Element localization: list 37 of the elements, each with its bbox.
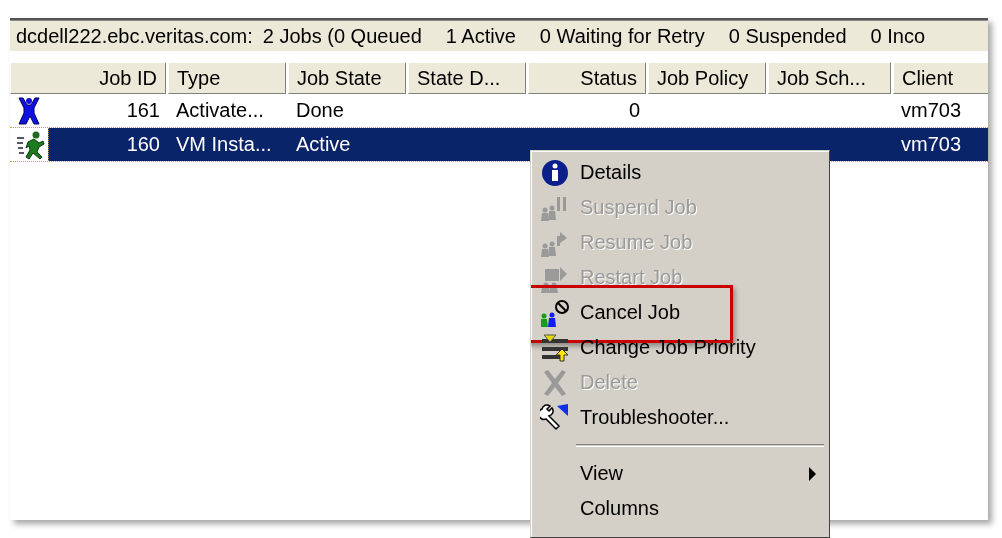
figure-icon (16, 96, 42, 126)
status-count: 0 Inco (870, 24, 926, 48)
column-header[interactable]: Job Policy (648, 62, 766, 94)
status-count: 0 Waiting for Retry (539, 24, 705, 48)
menu-item[interactable]: Columns (580, 497, 816, 520)
column-header[interactable]: Status (528, 62, 646, 94)
status-count: 1 Active (445, 24, 516, 48)
info-icon (540, 157, 570, 188)
table-cell: 160 (126, 133, 160, 156)
running-figure-icon (16, 130, 46, 160)
table-cell: 161 (126, 99, 160, 122)
column-header[interactable]: Job ID (10, 62, 166, 94)
table-cell: VM Insta... (176, 133, 272, 156)
table-cell: vm703 (901, 133, 962, 156)
table-row[interactable]: 161 Activate... Done 0 vm703 (10, 94, 988, 127)
column-header[interactable]: Job Sch... (768, 62, 891, 94)
cancel-figures-icon (540, 297, 570, 328)
status-count: 0 Suspended (728, 24, 847, 48)
table-cell: vm703 (901, 99, 962, 122)
menu-item[interactable]: Cancel Job (580, 301, 816, 324)
priority-icon (540, 332, 570, 363)
table-cell: Activate... (176, 99, 264, 122)
column-header[interactable]: Type (168, 62, 286, 94)
submenu-arrow-icon (809, 466, 816, 481)
menu-item[interactable]: Troubleshooter... (580, 406, 816, 429)
menu-item[interactable]: View (580, 462, 799, 485)
wrench-icon (540, 402, 570, 433)
column-header[interactable]: Job State (288, 62, 406, 94)
table-cell: 0 (628, 99, 640, 122)
table-cell: Done (296, 99, 344, 122)
column-header[interactable]: Client (893, 62, 988, 94)
column-header[interactable]: State D... (408, 62, 526, 94)
status-count: 2 Jobs (0 Queued (262, 24, 422, 48)
status-host: dcdell222.ebc.veritas.com: (16, 24, 253, 48)
menu-item[interactable]: Details (580, 161, 816, 184)
table-cell: Active (296, 133, 351, 156)
menu-item[interactable]: Change Job Priority (580, 336, 816, 359)
